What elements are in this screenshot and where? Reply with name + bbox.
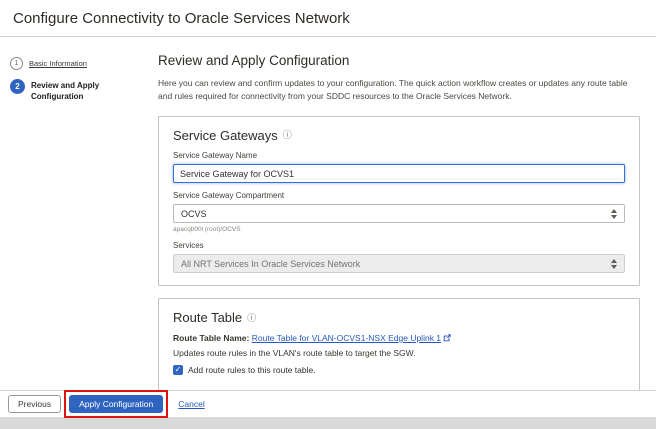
route-table-link[interactable]: Route Table for VLAN-OCVS1-NSX Edge Upli…: [252, 333, 441, 343]
apply-button-wrap: Apply Configuration: [64, 390, 169, 418]
step-1-indicator: 1: [10, 57, 23, 70]
route-table-title-row: Route Table ⓘ: [173, 310, 625, 325]
main-content: Review and Apply Configuration Here you …: [152, 38, 656, 390]
service-gateway-name-label: Service Gateway Name: [173, 150, 258, 160]
dialog-header: Configure Connectivity to Oracle Service…: [0, 0, 656, 37]
page-background: Configure Connectivity to Oracle Service…: [0, 0, 656, 429]
services-select-value: All NRT Services In Oracle Services Netw…: [181, 258, 361, 269]
step-2-label: Review and Apply Configuration: [31, 81, 100, 102]
services-label: Services: [173, 241, 204, 250]
compartment-select[interactable]: OCVS: [173, 204, 625, 223]
apply-configuration-button[interactable]: Apply Configuration: [69, 395, 164, 413]
step-1-label: Basic Information: [29, 59, 87, 68]
compartment-select-value: OCVS: [181, 208, 207, 219]
configure-connectivity-dialog: Configure Connectivity to Oracle Service…: [0, 0, 656, 418]
step-review-apply-configuration[interactable]: 2 Review and Apply Configuration: [10, 79, 144, 102]
route-table-title: Route Table: [173, 310, 243, 325]
add-route-rules-checkbox[interactable]: ✓ Add route rules to this route table.: [173, 365, 625, 375]
select-arrows-icon: [611, 258, 617, 269]
select-arrows-icon: [611, 208, 617, 219]
add-route-rules-label: Add route rules to this route table.: [188, 365, 316, 375]
external-link-icon: [443, 334, 451, 344]
dialog-title: Configure Connectivity to Oracle Service…: [13, 9, 350, 27]
services-select: All NRT Services In Oracle Services Netw…: [173, 254, 625, 273]
page-title: Review and Apply Configuration: [158, 53, 350, 68]
step-2-indicator: 2: [10, 79, 25, 94]
step-basic-information[interactable]: 1 Basic Information: [10, 57, 144, 70]
compartment-path-hint: apacqb00l (root)/OCVS: [173, 226, 241, 233]
cancel-link[interactable]: Cancel: [178, 399, 204, 409]
route-table-description: Updates route rules in the VLAN's route …: [173, 348, 416, 358]
page-description: Here you can review and confirm updates …: [158, 78, 628, 101]
dialog-footer: Previous Apply Configuration Cancel: [0, 390, 656, 418]
route-table-name-label: Route Table Name:: [173, 333, 250, 343]
info-icon[interactable]: ⓘ: [283, 131, 292, 140]
service-gateways-card: Service Gateways ⓘ Service Gateway Name …: [158, 115, 640, 286]
dialog-body: 1 Basic Information 2 Review and Apply C…: [0, 38, 656, 390]
service-gateways-title: Service Gateways: [173, 127, 278, 143]
route-table-card: Route Table ⓘ Route Table Name: Route Ta…: [158, 298, 640, 390]
service-gateways-title-row: Service Gateways ⓘ: [173, 128, 625, 143]
previous-button[interactable]: Previous: [8, 395, 62, 413]
info-icon[interactable]: ⓘ: [247, 313, 256, 323]
service-gateway-name-input[interactable]: [173, 164, 625, 183]
wizard-stepper: 1 Basic Information 2 Review and Apply C…: [0, 38, 152, 390]
route-table-name-line: Route Table Name: Route Table for VLAN-O…: [173, 333, 625, 344]
checkbox-checked-icon: ✓: [173, 365, 183, 375]
service-gateway-compartment-label: Service Gateway Compartment: [173, 191, 285, 200]
